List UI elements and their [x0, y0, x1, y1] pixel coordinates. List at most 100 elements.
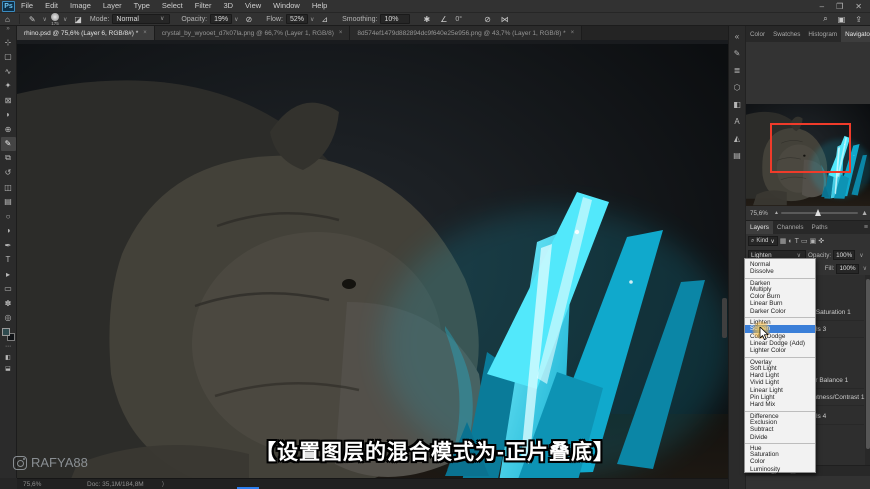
brush-preset-chevron[interactable]: ∨	[41, 16, 49, 23]
adjustments-panel-icon[interactable]: ◧	[730, 96, 745, 113]
zoom-tool-icon[interactable]: ◎	[1, 311, 16, 326]
blend-mode-option[interactable]: Color	[745, 458, 815, 465]
color-swatches[interactable]	[1, 328, 15, 341]
marquee-tool-icon[interactable]: ▢	[1, 50, 16, 65]
kind-filter-select[interactable]: ⌕ Kind ∨	[748, 236, 778, 246]
pressure-size-icon[interactable]: ⊘	[479, 15, 496, 24]
menu-image[interactable]: Image	[64, 0, 97, 12]
tab-navigator[interactable]: Navigator	[841, 26, 870, 42]
tab-close-icon[interactable]: ×	[571, 30, 575, 36]
healing-brush-tool-icon[interactable]: ⊕	[1, 122, 16, 137]
crop-tool-icon[interactable]: ⊠	[1, 93, 16, 108]
blend-mode-option[interactable]: Pin Light	[745, 394, 815, 401]
blend-mode-option[interactable]: Color Burn	[745, 293, 815, 300]
search-icon[interactable]: ⌕	[818, 14, 832, 24]
brush-settings-panel-icon[interactable]: ◪	[69, 15, 87, 24]
flow-chevron[interactable]: ∨	[308, 16, 316, 23]
properties-panel-icon[interactable]: ≣	[730, 62, 745, 79]
filter-shape-icon[interactable]: ▭	[801, 237, 808, 245]
layer-fill-field[interactable]: 100%	[836, 263, 859, 274]
share-icon[interactable]: ⇪	[850, 15, 870, 24]
clone-stamp-tool-icon[interactable]: ⧉	[1, 151, 16, 166]
filter-pixel-icon[interactable]: ▦	[780, 237, 787, 245]
eraser-tool-icon[interactable]: ◫	[1, 180, 16, 195]
status-menu-arrow[interactable]: ⟩	[144, 480, 165, 488]
blend-mode-option[interactable]: Subtract	[745, 426, 815, 433]
blend-mode-option[interactable]: Linear Dodge (Add)	[745, 340, 815, 347]
workspace-icon[interactable]: ▣	[833, 15, 851, 24]
blend-mode-option[interactable]: Normal	[745, 261, 815, 268]
eyedropper-tool-icon[interactable]: ◗	[1, 108, 16, 123]
tab-close-icon[interactable]: ×	[339, 30, 343, 36]
restore-button[interactable]: ❐	[836, 2, 843, 11]
doc-tab-rhino[interactable]: rhino.psd @ 75,6% (Layer 6, RGB/8#) * ×	[17, 26, 155, 40]
menu-window[interactable]: Window	[267, 0, 306, 12]
menu-type[interactable]: Type	[128, 0, 156, 12]
dodge-tool-icon[interactable]: ◑	[1, 224, 16, 239]
quick-mask-icon[interactable]: ◧	[1, 352, 16, 363]
blend-mode-option[interactable]: Luminosity	[745, 466, 815, 473]
type-tool-icon[interactable]: T	[1, 253, 16, 268]
comments-panel-icon[interactable]: ◭	[730, 130, 745, 147]
blend-mode-option[interactable]: Multiply	[745, 286, 815, 293]
brush-preview[interactable]: 175	[49, 13, 61, 26]
brush-settings-panel-icon[interactable]: ✎	[730, 45, 745, 62]
chevron-down-icon[interactable]: ∨	[861, 265, 869, 272]
blend-mode-option[interactable]: Soft Light	[745, 365, 815, 372]
smoothing-field[interactable]: 10%	[380, 14, 411, 24]
filter-smartobject-icon[interactable]: ▣	[810, 237, 817, 245]
navigator-view-box[interactable]	[770, 123, 851, 173]
blend-mode-option[interactable]: Hard Light	[745, 372, 815, 379]
blend-mode-option[interactable]: Hard Mix	[745, 401, 815, 408]
blend-mode-option[interactable]: Exclusion	[745, 419, 815, 426]
blend-mode-option[interactable]: Saturation	[745, 451, 815, 458]
collapse-panels-icon[interactable]: «	[730, 28, 745, 45]
blend-mode-option[interactable]: Vivid Light	[745, 379, 815, 386]
brush-tool-icon[interactable]: ✎	[0, 136, 16, 151]
smoothing-gear-icon[interactable]: ✱	[418, 15, 435, 24]
home-icon[interactable]: ⌂	[0, 15, 15, 24]
status-zoom-field[interactable]: 75,6%	[17, 481, 87, 488]
opacity-field[interactable]: 19%	[210, 14, 233, 24]
pen-tool-icon[interactable]: ✒	[1, 238, 16, 253]
opacity-chevron[interactable]: ∨	[232, 16, 240, 23]
slider-thumb[interactable]	[814, 209, 821, 216]
blend-mode-option[interactable]: Divide	[745, 434, 815, 441]
close-button[interactable]: ✕	[855, 2, 862, 11]
brush-angle-icon[interactable]: ∠	[435, 15, 452, 24]
tab-histogram[interactable]: Histogram	[804, 26, 841, 42]
hand-tool-icon[interactable]: ✽	[1, 296, 16, 311]
blend-mode-option[interactable]: Hue	[745, 442, 815, 452]
menu-select[interactable]: Select	[156, 0, 189, 12]
lasso-tool-icon[interactable]: ∿	[1, 64, 16, 79]
brush-picker-chevron[interactable]: ∨	[61, 16, 69, 23]
doc-tab-crystal[interactable]: crystal_by_wyooet_d7k07la.png @ 66,7% (L…	[154, 26, 351, 40]
blend-mode-option[interactable]: Lighter Color	[745, 347, 815, 354]
blend-mode-option[interactable]: Darken	[745, 277, 815, 287]
canvas-scrollbar[interactable]	[722, 298, 727, 338]
brush-tool-preset-icon[interactable]: ✎	[24, 15, 41, 24]
navigator-zoom-value[interactable]: 75,6%	[746, 210, 772, 217]
chevron-down-icon[interactable]: ∨	[857, 252, 865, 259]
blend-mode-option[interactable]: Dissolve	[745, 268, 815, 275]
quick-selection-tool-icon[interactable]: ✦	[1, 79, 16, 94]
tab-paths[interactable]: Paths	[808, 221, 832, 234]
layer-opacity-field[interactable]: 100%	[833, 250, 856, 260]
history-brush-tool-icon[interactable]: ↺	[1, 166, 16, 181]
menu-filter[interactable]: Filter	[189, 0, 218, 12]
tab-close-icon[interactable]: ×	[143, 30, 147, 36]
libraries-panel-icon[interactable]: ▤	[730, 147, 745, 164]
toolbar-ellipsis-icon[interactable]: ⋯	[1, 341, 16, 352]
blend-mode-option[interactable]: Overlay	[745, 356, 815, 366]
3d-panel-icon[interactable]: ⬡	[730, 79, 745, 96]
layers-menu-icon[interactable]: ≡	[864, 221, 870, 234]
zoom-in-icon[interactable]: ▲	[858, 210, 870, 217]
path-selection-tool-icon[interactable]: ▸	[1, 267, 16, 282]
airbrush-icon[interactable]: ⊿	[316, 15, 333, 24]
blur-tool-icon[interactable]: ○	[1, 209, 16, 224]
pressure-opacity-icon[interactable]: ⊘	[241, 15, 258, 24]
zoom-out-icon[interactable]: ▲	[772, 210, 781, 216]
menu-help[interactable]: Help	[306, 0, 333, 12]
character-panel-icon[interactable]: A	[730, 113, 745, 130]
menu-edit[interactable]: Edit	[39, 0, 64, 12]
